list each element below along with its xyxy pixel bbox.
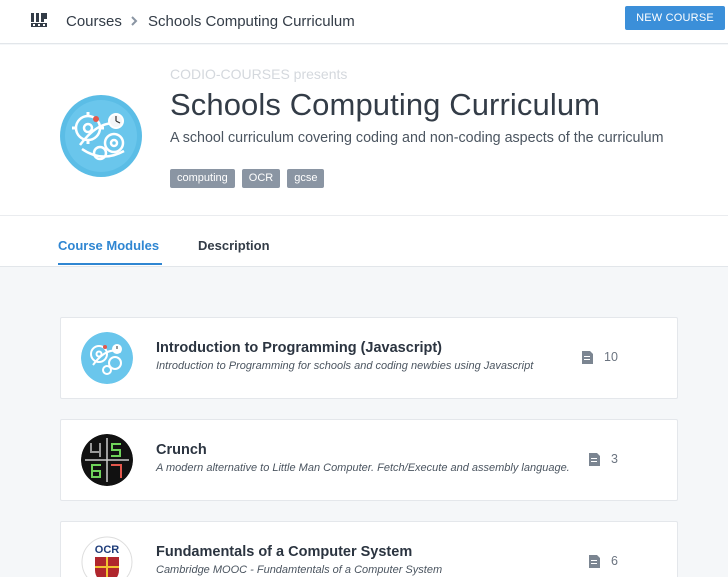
module-card[interactable]: Crunch A modern alternative to Little Ma…	[60, 419, 678, 501]
tab-description[interactable]: Description	[198, 238, 270, 253]
gears-icon	[81, 332, 133, 384]
breadcrumb-current: Schools Computing Curriculum	[148, 13, 355, 30]
module-card[interactable]: Introduction to Programming (Javascript)…	[60, 317, 678, 399]
ocr-crest-icon: OCR	[81, 536, 133, 577]
top-bar: Courses Schools Computing Curriculum NEW…	[0, 0, 728, 44]
chevron-right-icon	[131, 16, 138, 26]
breadcrumb-courses[interactable]: Courses	[66, 13, 122, 30]
tag-ocr[interactable]: OCR	[241, 169, 281, 188]
course-description: A school curriculum covering coding and …	[170, 130, 664, 146]
module-count-value: 3	[611, 452, 618, 466]
module-subtitle: Introduction to Programming for schools …	[156, 360, 534, 372]
gears-icon	[60, 95, 142, 177]
module-card[interactable]: OCR Fundamentals of a Computer System Ca…	[60, 521, 678, 577]
module-count-value: 6	[611, 554, 618, 568]
document-icon	[589, 453, 600, 466]
codio-logo-icon[interactable]	[30, 11, 48, 29]
tag-computing[interactable]: computing	[170, 169, 235, 188]
module-subtitle: Cambridge MOOC - Fundamtentals of a Comp…	[156, 564, 443, 576]
tag-gcse[interactable]: gcse	[287, 169, 325, 188]
module-title[interactable]: Introduction to Programming (Javascript)	[156, 340, 442, 356]
tab-bar: Course Modules Description	[0, 216, 728, 267]
course-header: CODIO-COURSES presents Schools Computing…	[0, 45, 728, 216]
course-title: Schools Computing Curriculum	[170, 87, 601, 122]
module-title[interactable]: Crunch	[156, 442, 207, 458]
new-course-button[interactable]: NEW COURSE	[625, 6, 725, 30]
tag-list: computing OCR gcse	[170, 169, 331, 188]
document-icon	[589, 555, 600, 568]
presents-label: CODIO-COURSES presents	[170, 66, 348, 82]
svg-text:OCR: OCR	[95, 544, 120, 556]
document-icon	[582, 351, 593, 364]
module-count-value: 10	[604, 350, 618, 364]
module-subtitle: A modern alternative to Little Man Compu…	[156, 462, 570, 474]
led-digits-icon	[81, 434, 133, 486]
module-title[interactable]: Fundamentals of a Computer System	[156, 544, 412, 560]
active-tab-indicator	[58, 263, 162, 265]
tab-course-modules[interactable]: Course Modules	[58, 238, 159, 253]
